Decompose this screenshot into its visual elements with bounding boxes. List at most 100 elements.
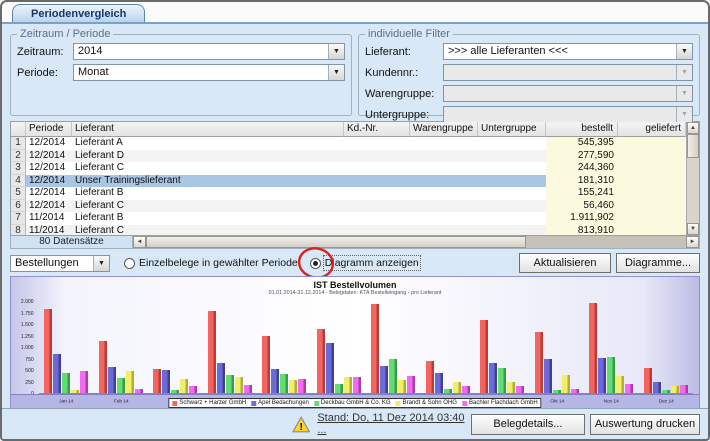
x-tick-label: Feb 14 bbox=[102, 397, 139, 407]
column-header[interactable]: Periode bbox=[26, 122, 72, 137]
period-panel-field-label: Zeitraum: bbox=[17, 46, 73, 58]
period-panel-combo[interactable]: Monat▼ bbox=[73, 64, 345, 81]
scroll-down-icon[interactable]: ▼ bbox=[687, 223, 699, 235]
cell bbox=[618, 175, 686, 188]
aktualisieren-button[interactable]: Aktualisieren bbox=[519, 253, 611, 273]
filter-row: Warengruppe:▼ bbox=[365, 85, 693, 102]
column-header[interactable]: Lieferant bbox=[72, 122, 344, 137]
table-body: 112/2014Lieferant A545,395212/2014Liefer… bbox=[11, 137, 686, 235]
radio-diagramm-label: Diagramm anzeigen bbox=[325, 257, 419, 269]
bar bbox=[317, 329, 325, 393]
cell bbox=[344, 200, 410, 213]
vertical-scrollbar[interactable]: ▲ ▼ bbox=[686, 122, 699, 235]
cell: 2 bbox=[11, 150, 26, 163]
bar bbox=[516, 386, 524, 393]
cell: 181,310 bbox=[546, 175, 618, 188]
table-row[interactable]: 711/2014Lieferant B1.911,902 bbox=[11, 212, 686, 225]
filter-panel-rows: Lieferant:>>> alle Lieferanten <<<▼ Kunde… bbox=[365, 43, 693, 123]
column-header[interactable]: Warengruppe bbox=[410, 122, 478, 137]
y-tick-label: 500 bbox=[26, 368, 34, 373]
filter-panel-combo[interactable]: >>> alle Lieferanten <<<▼ bbox=[443, 43, 693, 60]
radio-diagramm[interactable]: Diagramm anzeigen bbox=[310, 257, 419, 269]
scroll-thumb[interactable] bbox=[687, 134, 699, 158]
bar bbox=[235, 377, 243, 393]
bar-group bbox=[148, 302, 203, 393]
period-panel-combo[interactable]: 2014▼ bbox=[73, 43, 345, 60]
cell bbox=[344, 212, 410, 225]
cell bbox=[618, 200, 686, 213]
combo-value: >>> alle Lieferanten <<< bbox=[444, 44, 676, 59]
app-window: Periodenvergleich Zeitraum / Periode Zei… bbox=[0, 0, 710, 441]
radio-button-selected-icon[interactable] bbox=[310, 258, 321, 269]
cell: Lieferant A bbox=[72, 137, 344, 150]
bar bbox=[380, 366, 388, 393]
chevron-down-icon[interactable]: ▼ bbox=[328, 44, 344, 59]
bar bbox=[389, 359, 397, 393]
cell: Lieferant B bbox=[72, 212, 344, 225]
scroll-up-icon[interactable]: ▲ bbox=[687, 122, 699, 134]
table-row[interactable]: 612/2014Lieferant C56,460 bbox=[11, 200, 686, 213]
table-row[interactable]: 112/2014Lieferant A545,395 bbox=[11, 137, 686, 150]
cell: 244,360 bbox=[546, 162, 618, 175]
cell: 155,241 bbox=[546, 187, 618, 200]
mode-select[interactable]: Bestellungen ▼ bbox=[10, 255, 110, 272]
radio-button-icon[interactable] bbox=[124, 258, 135, 269]
filter-row: Lieferant:>>> alle Lieferanten <<<▼ bbox=[365, 43, 693, 60]
cell bbox=[344, 187, 410, 200]
table-row[interactable]: 412/2014Unser Trainingslieferant181,310 bbox=[11, 175, 686, 188]
bar bbox=[571, 389, 579, 393]
bar bbox=[44, 309, 52, 393]
bar bbox=[607, 357, 615, 393]
auswertung-drucken-button[interactable]: Auswertung drucken bbox=[590, 414, 700, 435]
table-row[interactable]: 312/2014Lieferant C244,360 bbox=[11, 162, 686, 175]
bar bbox=[453, 382, 461, 393]
bar bbox=[562, 375, 570, 393]
hscroll-thumb[interactable] bbox=[146, 236, 526, 248]
cell: 12/2014 bbox=[26, 187, 72, 200]
bar bbox=[244, 385, 252, 393]
bar bbox=[653, 382, 661, 393]
filter-panel-field-label: Kundennr.: bbox=[365, 67, 443, 79]
cell bbox=[410, 212, 478, 225]
cell: 545,395 bbox=[546, 137, 618, 150]
filter-panel-field-label: Warengruppe: bbox=[365, 88, 443, 100]
cell: 12/2014 bbox=[26, 175, 72, 188]
bar-group bbox=[475, 302, 530, 393]
column-header[interactable]: geliefert bbox=[618, 122, 686, 137]
scroll-left-icon[interactable]: ◄ bbox=[133, 236, 146, 248]
tab-bar: Periodenvergleich bbox=[2, 2, 708, 24]
filter-row: Periode:Monat▼ bbox=[17, 64, 345, 81]
table-row[interactable]: 811/2014Lieferant C813,910 bbox=[11, 225, 686, 236]
column-header[interactable]: Kd.-Nr. bbox=[344, 122, 410, 137]
table-row[interactable]: 512/2014Lieferant B155,241 bbox=[11, 187, 686, 200]
column-header[interactable] bbox=[11, 122, 26, 137]
cell bbox=[410, 162, 478, 175]
cell: 12/2014 bbox=[26, 137, 72, 150]
bar bbox=[208, 311, 216, 393]
column-header[interactable]: Untergruppe bbox=[478, 122, 546, 137]
bar bbox=[298, 379, 306, 393]
bar bbox=[99, 341, 107, 393]
combo-value bbox=[444, 107, 676, 122]
legend-swatch bbox=[462, 401, 467, 406]
filter-panel-combo: ▼ bbox=[443, 85, 693, 102]
column-header[interactable]: bestellt bbox=[546, 122, 618, 137]
cell: 813,910 bbox=[546, 225, 618, 236]
chart-subtitle: 01.01.2014-31.12.2014 - Belegdaten: KTA … bbox=[45, 290, 664, 295]
chevron-down-icon[interactable]: ▼ bbox=[328, 65, 344, 80]
stand-link[interactable]: Stand: Do, 11 Dez 2014 03:40 ... bbox=[317, 412, 471, 436]
scroll-right-icon[interactable]: ► bbox=[686, 236, 699, 248]
chevron-down-icon[interactable]: ▼ bbox=[93, 256, 109, 271]
radio-einzelbelege[interactable]: Einzelbelege in gewählter Periode bbox=[124, 257, 298, 269]
combo-value: Monat bbox=[74, 65, 328, 80]
table-row[interactable]: 212/2014Lieferant D277,590 bbox=[11, 150, 686, 163]
chevron-down-icon: ▼ bbox=[676, 65, 692, 80]
filter-section: Zeitraum / Periode Zeitraum:2014▼Periode… bbox=[2, 24, 708, 116]
chevron-down-icon[interactable]: ▼ bbox=[676, 44, 692, 59]
status-area: ! Stand: Do, 11 Dez 2014 03:40 ... bbox=[292, 412, 471, 436]
tab-periodenvergleich[interactable]: Periodenvergleich bbox=[12, 4, 145, 22]
bar bbox=[498, 368, 506, 393]
belegdetails-button[interactable]: Belegdetails... bbox=[471, 414, 585, 435]
diagramme-button[interactable]: Diagramme... bbox=[616, 253, 700, 273]
cell: Unser Trainingslieferant bbox=[72, 175, 344, 188]
